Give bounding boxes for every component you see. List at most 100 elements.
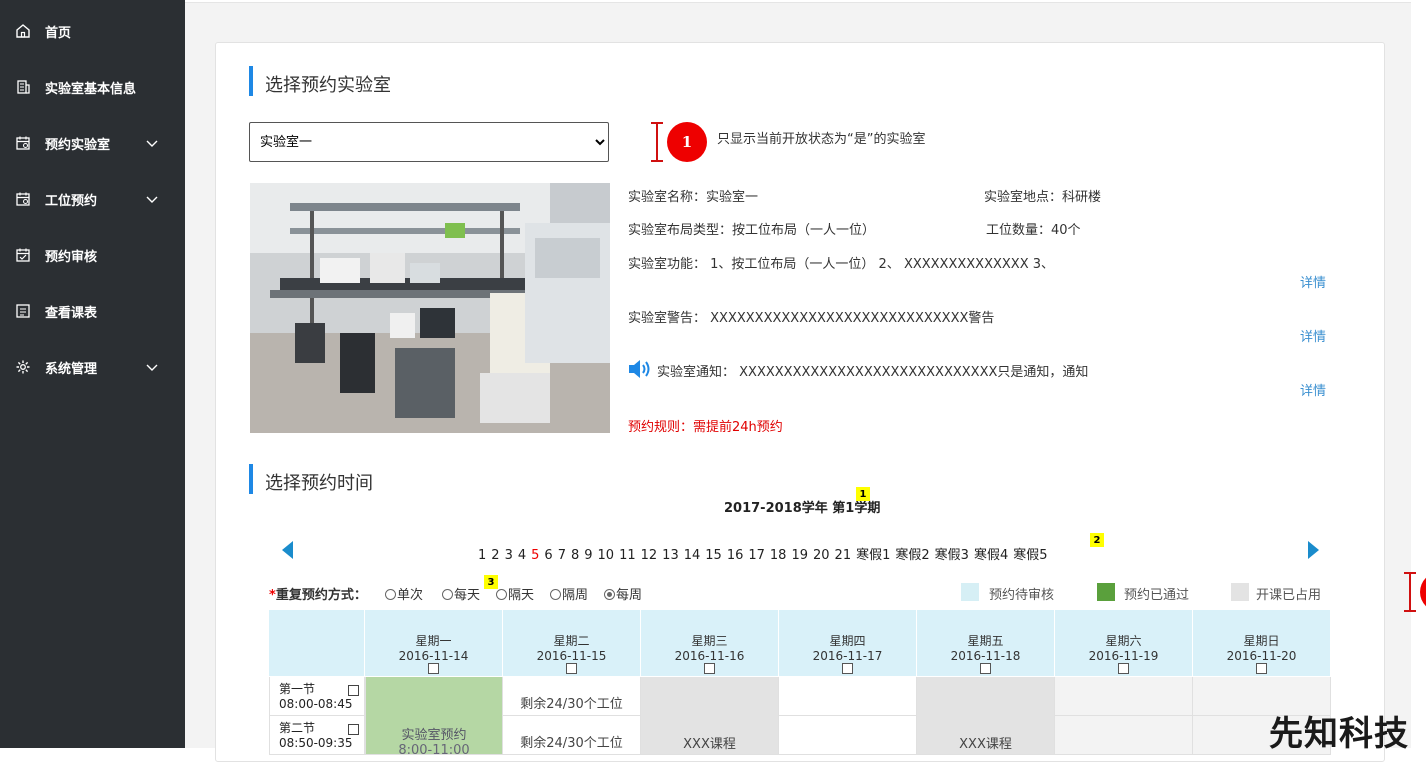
mon-approved-booking[interactable]: 实验室预约 8:00-11:00	[365, 677, 503, 758]
radio-weekly[interactable]: 每周	[604, 584, 642, 603]
week-item[interactable]: 12	[641, 548, 658, 563]
corner-header	[269, 610, 365, 677]
nav-item-system[interactable]: 系统管理	[0, 339, 185, 395]
nav-item-review[interactable]: 预约审核	[0, 227, 185, 283]
lab-select[interactable]: 实验室一	[249, 122, 609, 162]
week-item[interactable]: 1	[478, 548, 486, 563]
schedule-grid: 星期一 2016-11-14 星期二 2016-11-15 星期三 2016-11-1…	[269, 610, 1331, 758]
week-item[interactable]: 2	[491, 548, 499, 563]
week-item[interactable]: 21	[835, 548, 852, 563]
day-checkbox[interactable]	[566, 663, 577, 674]
weekday: 星期六	[1105, 634, 1142, 648]
remaining-stations: 剩余24/30个工位	[520, 697, 623, 712]
week-item[interactable]: 16	[727, 548, 744, 563]
sidebar: 首页 实验室基本信息 预约实验室 工位预约 预约审核 查看课表 系统管理	[0, 0, 185, 748]
day-header: 星期三 2016-11-16	[641, 610, 779, 677]
week-item[interactable]: 14	[684, 548, 701, 563]
day-checkbox[interactable]	[980, 663, 991, 674]
annotation-bracket	[651, 122, 663, 162]
lab-photo	[250, 183, 610, 433]
day-checkbox[interactable]	[1118, 663, 1129, 674]
week-item[interactable]: 10	[598, 548, 615, 563]
day-header: 星期四 2016-11-17	[779, 610, 917, 677]
nav-item-book-lab[interactable]: 预约实验室	[0, 115, 185, 171]
week-item[interactable]: 寒假5	[1013, 548, 1047, 563]
radio-label: 单次	[397, 588, 424, 603]
week-item[interactable]: 寒假2	[895, 548, 929, 563]
slot-checkbox[interactable]	[348, 724, 359, 735]
list-icon	[16, 304, 30, 318]
weekday: 星期四	[829, 634, 866, 648]
chevron-down-icon	[146, 196, 158, 203]
repeat-mode-label: *重复预约方式：	[269, 584, 367, 603]
week-item[interactable]: 11	[619, 548, 636, 563]
date: 2016-11-14	[398, 649, 469, 663]
right-strip	[1411, 0, 1426, 748]
week-item[interactable]: 寒假1	[856, 548, 890, 563]
week-item[interactable]: 13	[662, 548, 679, 563]
thu-slot-1[interactable]	[779, 677, 917, 716]
day-header: 星期一 2016-11-14	[365, 610, 503, 677]
week-item[interactable]: 18	[770, 548, 787, 563]
repeat-mode-text: 重复预约方式：	[275, 588, 367, 603]
radio-every-other-week[interactable]: 隔周	[550, 584, 588, 603]
week-item[interactable]: 9	[584, 548, 592, 563]
radio-every-other-day[interactable]: 隔天	[496, 584, 534, 603]
nav-item-timetable[interactable]: 查看课表	[0, 283, 185, 339]
week-item[interactable]: 8	[571, 548, 579, 563]
week-item[interactable]: 15	[705, 548, 722, 563]
calendar-icon	[16, 192, 30, 206]
weekday: 星期日	[1243, 634, 1280, 648]
required-mark: *	[269, 588, 276, 603]
nav-label-home: 首页	[45, 25, 72, 41]
nav-label-lab-info: 实验室基本信息	[45, 81, 137, 97]
next-week-arrow[interactable]	[1308, 541, 1319, 559]
legend-occupied: 开课已占用	[1256, 588, 1322, 603]
function-detail-link[interactable]: 详情	[1300, 272, 1326, 291]
day-header: 星期日 2016-11-20	[1193, 610, 1331, 677]
nav-item-station[interactable]: 工位预约	[0, 171, 185, 227]
week-item[interactable]: 寒假4	[974, 548, 1008, 563]
day-header: 星期六 2016-11-19	[1055, 610, 1193, 677]
day-checkbox[interactable]	[842, 663, 853, 674]
booking-rule: 预约规则：需提前24h预约	[628, 420, 783, 435]
week-item[interactable]: 7	[558, 548, 566, 563]
weekday: 星期五	[967, 634, 1004, 648]
week-item[interactable]: 19	[791, 548, 808, 563]
nav-label-system: 系统管理	[45, 361, 98, 377]
notice-detail-link[interactable]: 详情	[1300, 380, 1326, 399]
top-bar	[185, 0, 1426, 3]
course-name: XXX课程	[683, 737, 736, 752]
week-item[interactable]: 4	[518, 548, 526, 563]
prev-week-arrow[interactable]	[282, 541, 293, 559]
week-item[interactable]: 17	[748, 548, 765, 563]
week-item[interactable]: 寒假3	[935, 548, 969, 563]
day-checkbox[interactable]	[428, 663, 439, 674]
week-item[interactable]: 6	[544, 548, 552, 563]
lab-notice: 实验室通知： XXXXXXXXXXXXXXXXXXXXXXXXXXXXX只是通知…	[657, 365, 1089, 380]
day-header: 星期二 2016-11-15	[503, 610, 641, 677]
tue-slot-1[interactable]: 剩余24/30个工位	[503, 677, 641, 716]
date: 2016-11-18	[950, 649, 1021, 663]
wed-course: XXX课程	[641, 677, 779, 755]
day-checkbox[interactable]	[1256, 663, 1267, 674]
nav-item-home[interactable]: 首页	[0, 3, 185, 59]
week-item[interactable]: 3	[505, 548, 513, 563]
thu-slot-2[interactable]	[779, 716, 917, 755]
sat-slot-2	[1055, 716, 1193, 755]
tue-slot-2[interactable]: 剩余24/30个工位	[503, 716, 641, 755]
lab-layout-type: 实验室布局类型：按工位布局（一人一位）	[628, 223, 876, 238]
nav-label-review: 预约审核	[45, 249, 98, 265]
date: 2016-11-16	[674, 649, 745, 663]
radio-daily[interactable]: 每天	[442, 584, 480, 603]
legend-swatch-approved	[1097, 583, 1115, 601]
day-checkbox[interactable]	[704, 663, 715, 674]
radio-once[interactable]: 单次	[385, 584, 423, 603]
week-item[interactable]: 5	[531, 548, 539, 563]
day-header: 星期五 2016-11-18	[917, 610, 1055, 677]
slot-checkbox[interactable]	[348, 685, 359, 696]
warning-detail-link[interactable]: 详情	[1300, 326, 1326, 345]
week-item[interactable]: 20	[813, 548, 830, 563]
nav-item-lab-info[interactable]: 实验室基本信息	[0, 59, 185, 115]
section-marker	[249, 464, 253, 494]
